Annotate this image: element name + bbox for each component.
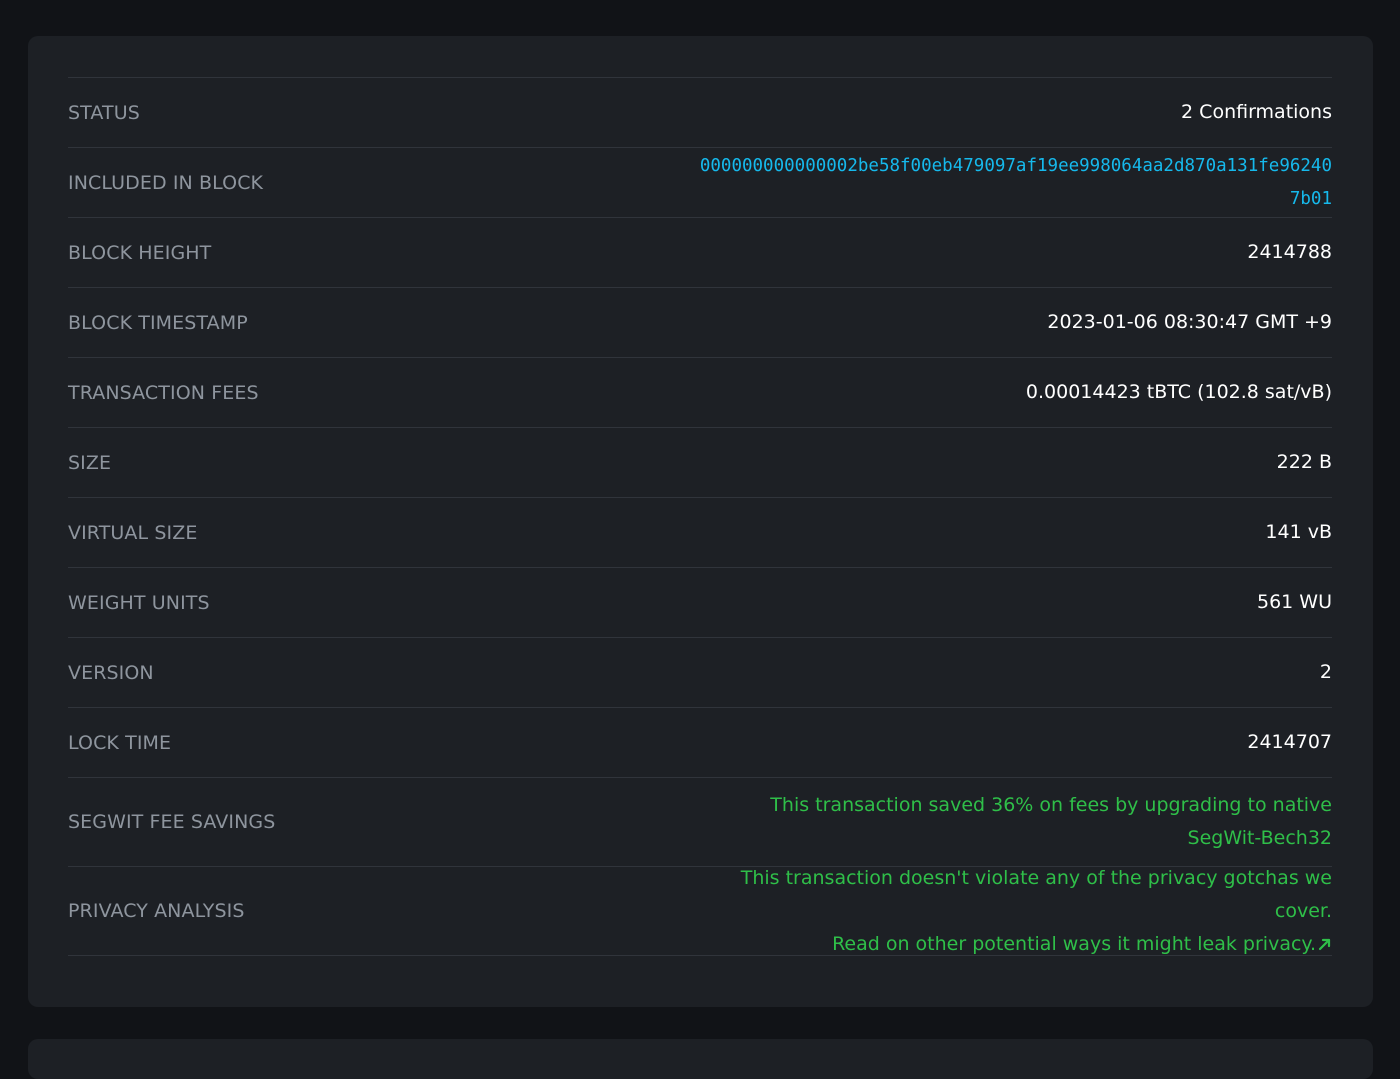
version-label: VERSION bbox=[68, 661, 154, 684]
included-in-block-label: INCLUDED IN BLOCK bbox=[68, 171, 264, 194]
row-segwit-fee-savings: SEGWIT FEE SAVINGS This transaction save… bbox=[68, 778, 1332, 867]
transaction-fees-label: TRANSACTION FEES bbox=[68, 381, 259, 404]
virtual-size-label: VIRTUAL SIZE bbox=[68, 521, 198, 544]
size-value: 222 B bbox=[1276, 451, 1332, 473]
privacy-analysis-label: PRIVACY ANALYSIS bbox=[68, 900, 245, 922]
block-timestamp-label: BLOCK TIMESTAMP bbox=[68, 311, 248, 334]
row-virtual-size: VIRTUAL SIZE 141 vB bbox=[68, 498, 1332, 568]
size-label: SIZE bbox=[68, 451, 112, 474]
row-size: SIZE 222 B bbox=[68, 428, 1332, 498]
details-table: STATUS 2 Confirmations INCLUDED IN BLOCK… bbox=[68, 77, 1332, 956]
version-value: 2 bbox=[1319, 661, 1332, 683]
row-block-height: BLOCK HEIGHT 2414788 bbox=[68, 218, 1332, 288]
privacy-read-more-text: Read on other potential ways it might le… bbox=[832, 932, 1316, 955]
privacy-analysis-value: This transaction doesn't violate any of … bbox=[692, 862, 1332, 961]
weight-units-value: 561 WU bbox=[1257, 591, 1332, 613]
next-card bbox=[28, 1039, 1373, 1079]
segwit-fee-savings-value: This transaction saved 36% on fees by up… bbox=[770, 794, 1332, 849]
status-label: STATUS bbox=[68, 101, 140, 124]
row-included-in-block: INCLUDED IN BLOCK 000000000000002be58f00… bbox=[68, 148, 1332, 218]
segwit-fee-savings-label: SEGWIT FEE SAVINGS bbox=[68, 811, 276, 833]
external-link-icon bbox=[1318, 938, 1331, 951]
lock-time-value: 2414707 bbox=[1247, 731, 1332, 753]
lock-time-label: LOCK TIME bbox=[68, 731, 172, 754]
status-value: 2 Confirmations bbox=[1181, 101, 1332, 123]
transaction-details-card: STATUS 2 Confirmations INCLUDED IN BLOCK… bbox=[28, 36, 1373, 1007]
row-privacy-analysis: PRIVACY ANALYSIS This transaction doesn'… bbox=[68, 867, 1332, 956]
privacy-read-more-link[interactable]: Read on other potential ways it might le… bbox=[832, 933, 1332, 955]
virtual-size-value: 141 vB bbox=[1265, 521, 1332, 543]
block-hash-link[interactable]: 000000000000002be58f00eb479097af19ee9980… bbox=[692, 150, 1332, 216]
block-height-label: BLOCK HEIGHT bbox=[68, 241, 212, 264]
row-version: VERSION 2 bbox=[68, 638, 1332, 708]
row-status: STATUS 2 Confirmations bbox=[68, 78, 1332, 148]
row-weight-units: WEIGHT UNITS 561 WU bbox=[68, 568, 1332, 638]
weight-units-label: WEIGHT UNITS bbox=[68, 591, 210, 614]
row-transaction-fees: TRANSACTION FEES 0.00014423 tBTC (102.8 … bbox=[68, 358, 1332, 428]
block-timestamp-value: 2023-01-06 08:30:47 GMT +9 bbox=[1047, 311, 1332, 333]
transaction-fees-value: 0.00014423 tBTC (102.8 sat/vB) bbox=[1025, 381, 1332, 403]
row-lock-time: LOCK TIME 2414707 bbox=[68, 708, 1332, 778]
row-block-timestamp: BLOCK TIMESTAMP 2023-01-06 08:30:47 GMT … bbox=[68, 288, 1332, 358]
privacy-analysis-text: This transaction doesn't violate any of … bbox=[740, 866, 1332, 922]
block-height-value: 2414788 bbox=[1247, 241, 1332, 263]
